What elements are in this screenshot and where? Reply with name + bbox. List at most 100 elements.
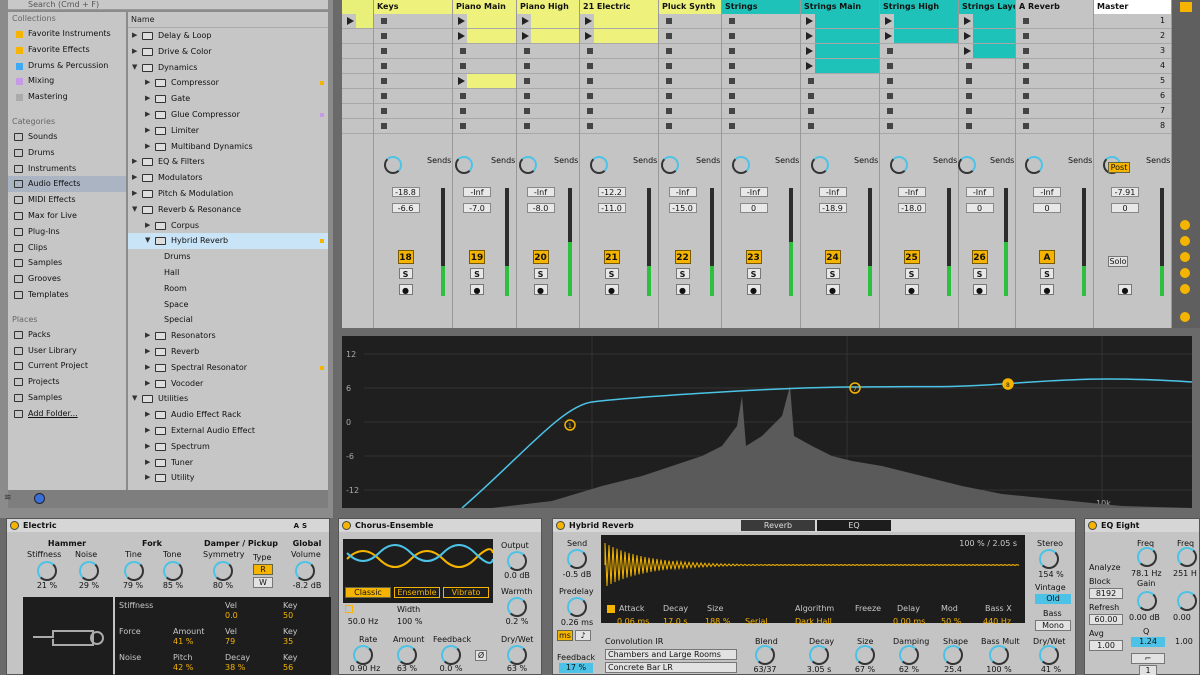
ms-button[interactable]: ms bbox=[557, 630, 573, 641]
pan-display[interactable]: -6.6 bbox=[391, 203, 420, 213]
ensemble-mode-button[interactable]: Ensemble bbox=[394, 587, 440, 598]
feedback-slider[interactable]: 17 % bbox=[559, 663, 593, 673]
clip-slot[interactable] bbox=[722, 44, 800, 59]
category-item[interactable]: Sounds bbox=[8, 129, 126, 145]
clip[interactable] bbox=[815, 59, 879, 73]
algorithm-select[interactable]: Dark Hall bbox=[795, 617, 832, 626]
file-row[interactable]: ▶ Vocoder bbox=[128, 376, 328, 392]
clip-fade-icon[interactable] bbox=[1180, 312, 1190, 322]
stereo-knob[interactable] bbox=[1039, 549, 1059, 569]
volume-display[interactable]: -12.2 bbox=[597, 187, 626, 197]
volume-display[interactable]: -7.91 bbox=[1111, 187, 1139, 197]
reverb-tab[interactable]: Reverb bbox=[741, 520, 815, 531]
category-item[interactable]: Samples bbox=[8, 255, 126, 271]
clip[interactable] bbox=[973, 29, 1015, 43]
track-title[interactable]: 21 Electric bbox=[580, 0, 658, 14]
avg-field[interactable]: 1.00 bbox=[1089, 640, 1123, 651]
invert-phase-button[interactable]: Ø bbox=[475, 650, 487, 661]
file-row[interactable]: ▶ Resonators bbox=[128, 328, 328, 344]
mod-param-value[interactable]: 38 % bbox=[225, 663, 245, 672]
arm-button[interactable]: ● bbox=[675, 284, 690, 295]
file-row[interactable]: Space bbox=[128, 297, 328, 313]
clip[interactable] bbox=[815, 44, 879, 58]
send-knob[interactable] bbox=[731, 156, 750, 174]
clip-slot[interactable] bbox=[801, 119, 879, 134]
sends-toggle-icon[interactable] bbox=[1180, 236, 1190, 246]
collapsed-arrow-icon[interactable]: ▶ bbox=[145, 344, 150, 360]
clip[interactable] bbox=[356, 14, 373, 28]
collapsed-arrow-icon[interactable]: ▶ bbox=[145, 455, 150, 471]
file-row[interactable]: ▼ Utilities bbox=[128, 391, 328, 407]
clip-slot[interactable] bbox=[517, 74, 579, 89]
clip-slot[interactable] bbox=[659, 119, 721, 134]
clip-slot[interactable] bbox=[374, 14, 452, 29]
volume-knob[interactable] bbox=[295, 561, 315, 581]
collapsed-arrow-icon[interactable]: ▶ bbox=[145, 107, 150, 123]
clip-slot[interactable] bbox=[374, 119, 452, 134]
io-toggle-icon[interactable] bbox=[1180, 220, 1190, 230]
scene-number[interactable]: 4 bbox=[1160, 61, 1165, 70]
clip-slot[interactable] bbox=[959, 59, 1015, 74]
clip-slot[interactable] bbox=[342, 14, 373, 29]
collapsed-arrow-icon[interactable]: ▶ bbox=[145, 218, 150, 234]
solo-button[interactable]: S bbox=[533, 268, 548, 279]
track-activator-button[interactable]: 20 bbox=[532, 250, 549, 264]
clip-slot[interactable] bbox=[659, 59, 721, 74]
collection-item[interactable]: Mixing bbox=[8, 73, 126, 89]
file-row[interactable]: ▼ Dynamics bbox=[128, 60, 328, 76]
category-item[interactable]: Drums bbox=[8, 145, 126, 161]
decay-value[interactable]: 17.0 s bbox=[663, 617, 688, 626]
expanded-arrow-icon[interactable]: ▼ bbox=[145, 233, 150, 249]
file-row[interactable]: ▶ Multiband Dynamics bbox=[128, 139, 328, 155]
scene-number[interactable]: 1 bbox=[1160, 16, 1165, 25]
category-item[interactable]: Audio Effects bbox=[8, 176, 126, 193]
clip-slot[interactable] bbox=[580, 14, 658, 29]
symmetry-knob[interactable] bbox=[213, 561, 233, 581]
arm-button[interactable]: ● bbox=[533, 284, 548, 295]
clip-slot[interactable] bbox=[722, 14, 800, 29]
send-knob[interactable] bbox=[455, 156, 473, 174]
device-power-icon[interactable] bbox=[556, 521, 565, 530]
tone-knob[interactable] bbox=[163, 561, 183, 581]
damping-knob[interactable] bbox=[899, 645, 919, 665]
arm-button[interactable]: ● bbox=[972, 284, 987, 295]
collapsed-arrow-icon[interactable]: ▶ bbox=[145, 328, 150, 344]
arm-button[interactable]: ● bbox=[746, 284, 761, 295]
mod-value[interactable]: 50 % bbox=[941, 617, 961, 626]
track-title[interactable]: Master bbox=[1094, 0, 1171, 14]
clip[interactable] bbox=[973, 44, 1015, 58]
band-number[interactable]: 1 bbox=[1139, 665, 1157, 675]
clip-slot[interactable] bbox=[880, 119, 958, 134]
clip-slot[interactable] bbox=[453, 104, 516, 119]
clip-slot[interactable] bbox=[959, 119, 1015, 134]
shape-knob[interactable] bbox=[943, 645, 963, 665]
preview-icon[interactable] bbox=[34, 493, 45, 504]
clip-slot[interactable] bbox=[342, 104, 373, 119]
clip-slot[interactable] bbox=[659, 29, 721, 44]
clip-slot[interactable] bbox=[880, 14, 958, 29]
clip[interactable] bbox=[973, 14, 1015, 28]
scene-number[interactable]: 3 bbox=[1160, 46, 1165, 55]
track-activator-button[interactable]: 25 bbox=[903, 250, 920, 264]
collection-item[interactable]: Favorite Instruments bbox=[8, 26, 126, 42]
refresh-field[interactable]: 60.00 bbox=[1089, 614, 1123, 625]
send-knob[interactable] bbox=[889, 156, 908, 174]
collapsed-arrow-icon[interactable]: ▶ bbox=[145, 360, 150, 376]
category-item[interactable]: Grooves bbox=[8, 271, 126, 287]
collection-item[interactable]: Mastering bbox=[8, 89, 126, 105]
send-knob[interactable] bbox=[1025, 156, 1043, 174]
file-row[interactable]: ▶ Reverb bbox=[128, 344, 328, 360]
clip-slot[interactable] bbox=[453, 89, 516, 104]
collapsed-arrow-icon[interactable]: ▶ bbox=[132, 186, 137, 202]
clip-slot[interactable] bbox=[801, 59, 879, 74]
file-row[interactable]: ▶ External Audio Effect bbox=[128, 423, 328, 439]
tine-knob[interactable] bbox=[124, 561, 144, 581]
clip-slot[interactable] bbox=[342, 44, 373, 59]
solo-button[interactable]: S bbox=[972, 268, 987, 279]
clip[interactable] bbox=[467, 74, 516, 88]
file-row[interactable]: ▶ Audio Effect Rack bbox=[128, 407, 328, 423]
clip-slot[interactable] bbox=[374, 29, 452, 44]
bassx-value[interactable]: 440 Hz bbox=[983, 617, 1011, 626]
filter-type-select[interactable]: ⌐ bbox=[1131, 653, 1165, 664]
bassmult-knob[interactable] bbox=[989, 645, 1009, 665]
